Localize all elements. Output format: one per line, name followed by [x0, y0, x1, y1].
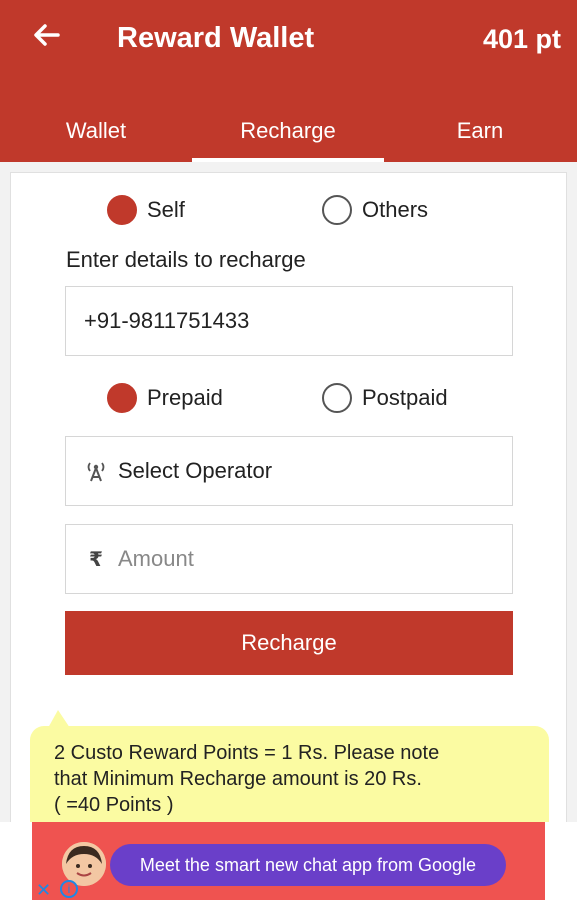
amount-placeholder: Amount	[118, 546, 194, 571]
prepaid-radio[interactable]: Prepaid	[107, 383, 223, 413]
self-radio-label: Self	[147, 197, 185, 222]
tab-wallet[interactable]: Wallet	[0, 100, 192, 162]
tab-recharge[interactable]: Recharge	[192, 100, 384, 162]
rupee-icon: ₹	[89, 548, 103, 571]
info-icon[interactable]: i	[60, 880, 78, 898]
back-button[interactable]	[28, 18, 64, 54]
tooltip-line: 2 Custo Reward Points = 1 Rs. Please not…	[54, 742, 440, 764]
app-bar: Reward Wallet 401 pt Wallet Recharge Ear…	[0, 0, 577, 162]
radio-checked-icon	[107, 383, 137, 413]
ad-message[interactable]: Meet the smart new chat app from Google	[110, 844, 506, 886]
recharge-button[interactable]: Recharge	[65, 611, 513, 675]
phone-value: +91-9811751433	[84, 308, 250, 333]
form-hint: Enter details to recharge	[66, 247, 306, 272]
radio-unchecked-icon	[322, 383, 352, 413]
operator-select-label: Select Operator	[118, 458, 273, 483]
arrow-left-icon	[34, 24, 60, 46]
phone-input[interactable]: +91-9811751433	[65, 286, 513, 356]
tooltip-line: ( =40 Points )	[54, 794, 174, 816]
self-radio[interactable]: Self	[107, 195, 185, 225]
postpaid-radio[interactable]: Postpaid	[322, 383, 448, 413]
radio-checked-icon	[107, 195, 137, 225]
postpaid-radio-label: Postpaid	[362, 385, 448, 410]
ad-banner[interactable]: Meet the smart new chat app from Google …	[0, 822, 577, 900]
amount-input[interactable]: ₹ Amount	[65, 524, 513, 594]
others-radio-label: Others	[362, 197, 429, 222]
others-radio[interactable]: Others	[322, 195, 428, 225]
tab-bar: Wallet Recharge Earn	[0, 100, 577, 162]
operator-select[interactable]: Select Operator	[65, 436, 513, 506]
points-balance: 401 pt	[482, 24, 561, 54]
close-icon[interactable]: ✕	[36, 880, 51, 900]
prepaid-radio-label: Prepaid	[147, 385, 223, 410]
tooltip-line: that Minimum Recharge amount is 20 Rs.	[54, 768, 422, 790]
signal-tower-icon	[84, 459, 108, 483]
page-title: Reward Wallet	[117, 22, 315, 54]
points-info-tooltip: 2 Custo Reward Points = 1 Rs. Please not…	[30, 726, 549, 836]
tab-earn[interactable]: Earn	[384, 100, 576, 162]
radio-unchecked-icon	[322, 195, 352, 225]
